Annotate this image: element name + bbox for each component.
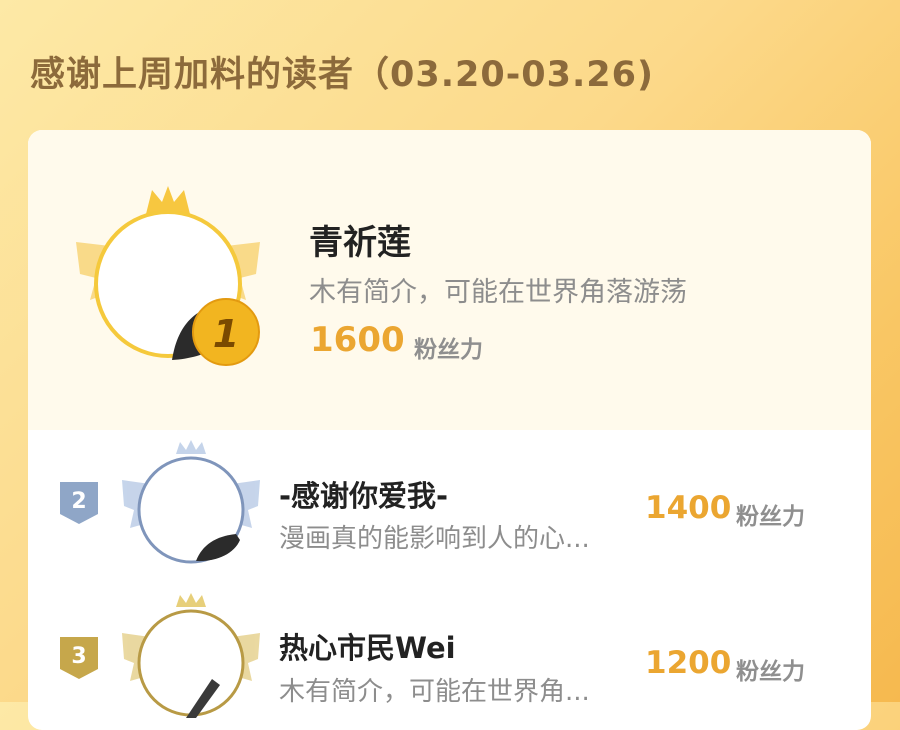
reader-row-2[interactable]: 2 -感谢你爱我- 漫画真的能影响到人的心... 1400 粉丝力 — [28, 430, 871, 580]
top-reader-section[interactable]: 1 青祈莲 木有简介，可能在世界角落游荡 1600 粉丝力 — [28, 130, 871, 430]
reader-row-3[interactable]: 3 热心市民Wei 木有简介，可能在世界角... 1200 粉丝力 — [28, 585, 871, 730]
crown-icon — [176, 440, 206, 454]
reader-bio: 木有简介，可能在世界角... — [279, 677, 590, 707]
svg-text:3: 3 — [71, 644, 86, 669]
top-reader-score: 1600 — [310, 320, 405, 360]
reader-name[interactable]: 热心市民Wei — [279, 625, 456, 667]
rank-badge-icon: 3 — [60, 637, 98, 679]
rank-badge-icon: 1 — [192, 298, 260, 366]
reader-avatar[interactable] — [116, 440, 266, 570]
top-reader-bio: 木有简介，可能在世界角落游荡 — [309, 277, 687, 308]
svg-text:1: 1 — [213, 312, 239, 356]
reader-bio: 漫画真的能影响到人的心... — [279, 524, 590, 554]
reader-score: 1200 — [645, 645, 732, 681]
page-title: 感谢上周加料的读者（03.20-03.26) — [30, 55, 654, 95]
rank-badge-icon: 2 — [60, 482, 98, 524]
crown-icon — [146, 186, 190, 214]
reader-name[interactable]: -感谢你爱我- — [279, 473, 448, 515]
top-reader-score-unit: 粉丝力 — [414, 337, 483, 363]
leaderboard-card: 1 青祈莲 木有简介，可能在世界角落游荡 1600 粉丝力 2 -感谢你爱我- … — [28, 130, 871, 730]
reader-score-unit: 粉丝力 — [736, 659, 805, 685]
reader-score: 1400 — [645, 490, 732, 526]
svg-text:2: 2 — [71, 489, 86, 514]
reader-avatar[interactable] — [116, 593, 266, 723]
reader-score-unit: 粉丝力 — [736, 504, 805, 530]
crown-icon — [176, 593, 206, 607]
top-reader-name[interactable]: 青祈莲 — [309, 215, 411, 264]
top-reader-avatar[interactable]: 1 — [68, 182, 268, 372]
